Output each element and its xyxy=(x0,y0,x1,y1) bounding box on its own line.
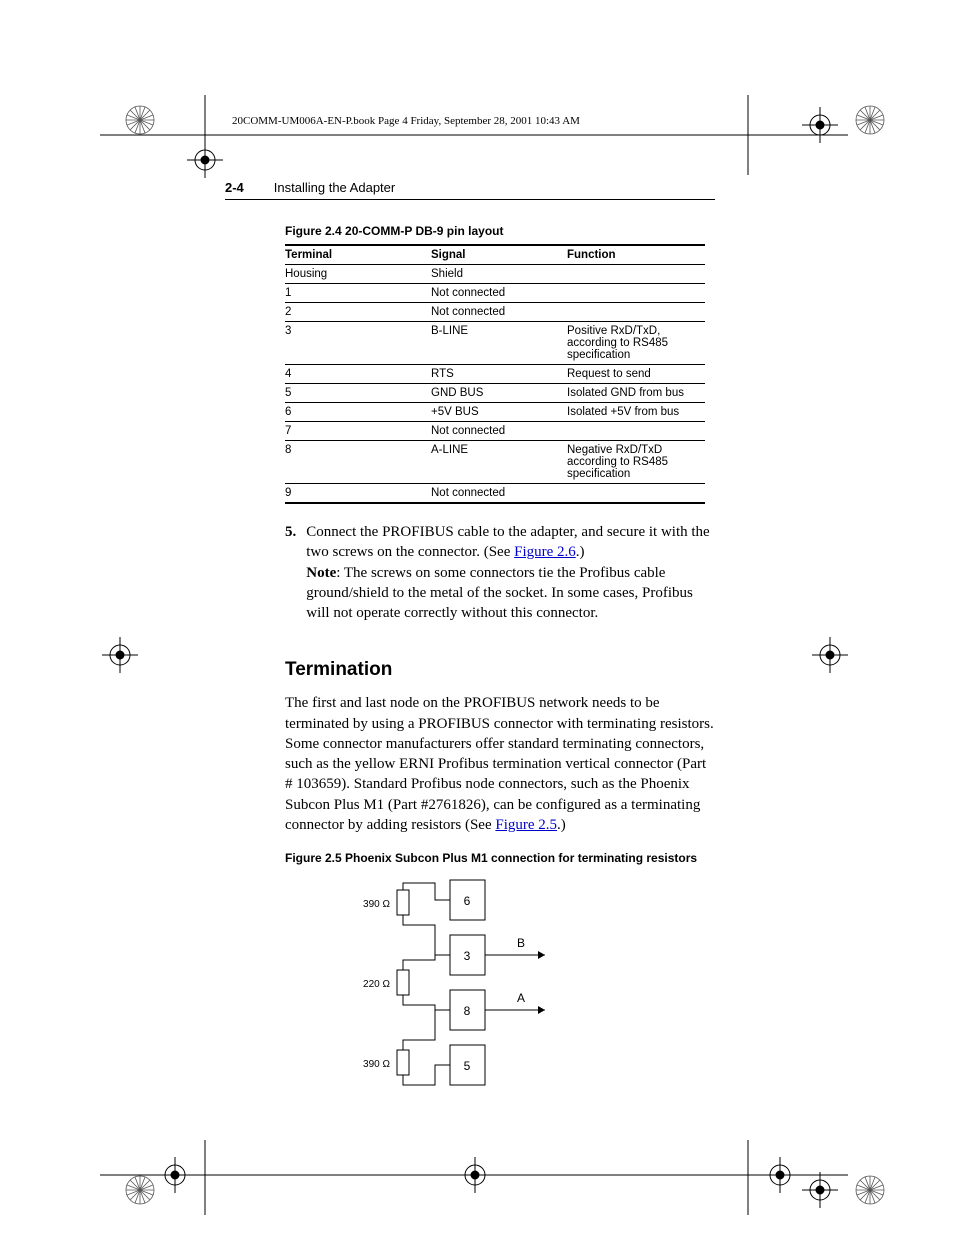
svg-text:220 Ω: 220 Ω xyxy=(363,979,390,990)
th-signal: Signal xyxy=(431,245,567,265)
table-row: 4RTSRequest to send xyxy=(285,365,705,384)
svg-text:8: 8 xyxy=(464,1004,471,1018)
table-row: 6+5V BUSIsolated +5V from bus xyxy=(285,403,705,422)
step-text: Connect the PROFIBUS cable to the adapte… xyxy=(306,524,709,560)
note-label: Note xyxy=(306,565,336,581)
figure-2-5-caption: Figure 2.5 Phoenix Subcon Plus M1 connec… xyxy=(285,851,715,865)
doc-info-line: 20COMM-UM006A-EN-P.book Page 4 Friday, S… xyxy=(232,115,580,127)
chapter-title: Installing the Adapter xyxy=(274,180,395,195)
figure-2-6-link[interactable]: Figure 2.6 xyxy=(514,544,576,560)
svg-text:6: 6 xyxy=(464,894,471,908)
table-row: 7Not connected xyxy=(285,422,705,441)
svg-text:B: B xyxy=(517,936,525,950)
step-5: 5. Connect the PROFIBUS cable to the ada… xyxy=(285,522,715,623)
note-text: : The screws on some connectors tie the … xyxy=(306,565,693,622)
terminating-resistor-diagram: 6 3 8 5 390 Ω 220 Ω 390 Ω xyxy=(345,875,715,1110)
table-row: 1Not connected xyxy=(285,284,705,303)
svg-text:5: 5 xyxy=(464,1059,471,1073)
table-row: 8A-LINENegative RxD/TxD according to RS4… xyxy=(285,441,705,484)
figure-2-4-caption: Figure 2.4 20-COMM-P DB-9 pin layout xyxy=(285,224,715,238)
page-content: 2-4 Installing the Adapter Figure 2.4 20… xyxy=(225,180,715,1110)
table-row: HousingShield xyxy=(285,265,705,284)
termination-paragraph: The first and last node on the PROFIBUS … xyxy=(285,693,715,835)
pin-layout-table: Terminal Signal Function HousingShield 1… xyxy=(285,244,705,504)
page-number: 2-4 xyxy=(225,180,244,195)
table-row: 9Not connected xyxy=(285,484,705,504)
table-row: 3B-LINEPositive RxD/TxD, according to RS… xyxy=(285,322,705,365)
running-header: 2-4 Installing the Adapter xyxy=(225,180,715,200)
svg-text:390 Ω: 390 Ω xyxy=(363,899,390,910)
table-row: 2Not connected xyxy=(285,303,705,322)
table-row: 5GND BUSIsolated GND from bus xyxy=(285,384,705,403)
th-terminal: Terminal xyxy=(285,245,431,265)
svg-text:390 Ω: 390 Ω xyxy=(363,1059,390,1070)
step-number: 5. xyxy=(285,522,296,623)
th-function: Function xyxy=(567,245,705,265)
svg-text:3: 3 xyxy=(464,949,471,963)
termination-heading: Termination xyxy=(285,659,715,681)
svg-text:A: A xyxy=(517,991,525,1005)
figure-2-5-link[interactable]: Figure 2.5 xyxy=(495,817,557,833)
